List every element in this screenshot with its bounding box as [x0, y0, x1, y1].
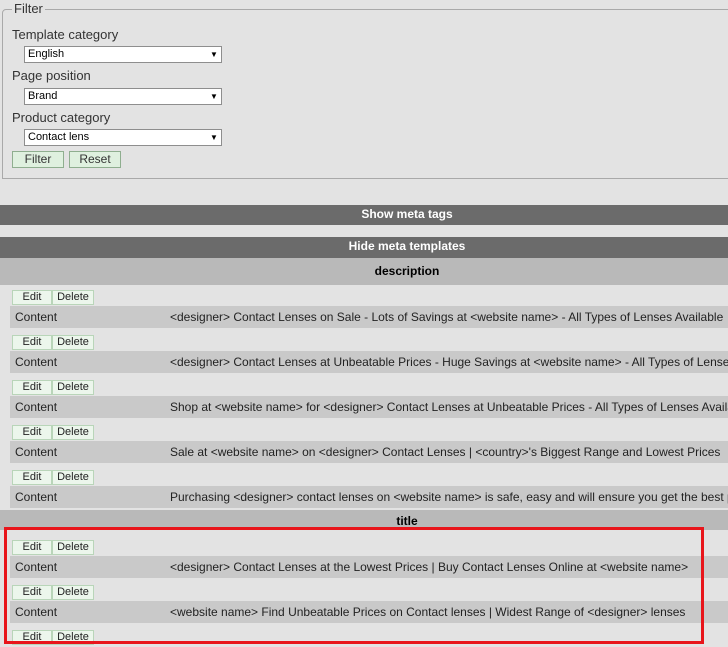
content-value: <website name> Find Unbeatable Prices on… [170, 605, 686, 619]
description-section-header: description [0, 258, 728, 285]
filter-button[interactable]: Filter [12, 151, 64, 168]
edit-button[interactable]: Edit [12, 585, 52, 600]
reset-button[interactable]: Reset [69, 151, 121, 168]
page-position-label: Page position [12, 68, 91, 83]
template-category-select[interactable]: English ▼ [24, 46, 222, 63]
delete-button[interactable]: Delete [52, 630, 94, 645]
table-row: Content <designer> Contact Lenses on Sal… [10, 306, 728, 328]
content-label: Content [15, 310, 58, 324]
content-label: Content [15, 400, 58, 414]
product-category-value: Contact lens [28, 131, 90, 143]
filter-legend: Filter [12, 1, 45, 16]
template-category-value: English [28, 48, 65, 60]
edit-button[interactable]: Edit [12, 540, 52, 555]
edit-button[interactable]: Edit [12, 380, 52, 395]
delete-button[interactable]: Delete [52, 540, 94, 555]
table-row: Content Purchasing <designer> contact le… [10, 486, 728, 508]
delete-button[interactable]: Delete [52, 380, 94, 395]
table-row: Content <website name> Find Unbeatable P… [10, 601, 728, 623]
table-row: Content <designer> Contact Lenses at the… [10, 556, 728, 578]
dropdown-arrow-icon: ▼ [210, 92, 218, 101]
content-value: Shop at <website name> for <designer> Co… [170, 400, 728, 414]
content-label: Content [15, 445, 58, 459]
table-row: Content Sale at <website name> on <desig… [10, 441, 728, 463]
edit-button[interactable]: Edit [12, 335, 52, 350]
highlight-box [4, 527, 704, 644]
content-label: Content [15, 560, 58, 574]
content-value: Purchasing <designer> contact lenses on … [170, 490, 728, 504]
delete-button[interactable]: Delete [52, 425, 94, 440]
hide-meta-templates-bar[interactable]: Hide meta templates [0, 237, 728, 258]
content-label: Content [15, 490, 58, 504]
dropdown-arrow-icon: ▼ [210, 133, 218, 142]
table-row: Content <designer> Contact Lenses at Unb… [10, 351, 728, 373]
content-value: <designer> Contact Lenses at the Lowest … [170, 560, 689, 574]
content-value: <designer> Contact Lenses at Unbeatable … [170, 355, 728, 369]
delete-button[interactable]: Delete [52, 335, 94, 350]
edit-button[interactable]: Edit [12, 290, 52, 305]
content-value: Sale at <website name> on <designer> Con… [170, 445, 721, 459]
page-position-select[interactable]: Brand ▼ [24, 88, 222, 105]
edit-button[interactable]: Edit [12, 470, 52, 485]
edit-button[interactable]: Edit [12, 425, 52, 440]
show-meta-tags-bar[interactable]: Show meta tags [0, 205, 728, 225]
delete-button[interactable]: Delete [52, 290, 94, 305]
dropdown-arrow-icon: ▼ [210, 50, 218, 59]
template-category-label: Template category [12, 27, 119, 42]
delete-button[interactable]: Delete [52, 585, 94, 600]
page-position-value: Brand [28, 90, 58, 102]
product-category-label: Product category [12, 110, 111, 125]
content-value: <designer> Contact Lenses on Sale - Lots… [170, 310, 724, 324]
content-label: Content [15, 605, 58, 619]
table-row: Content Shop at <website name> for <desi… [10, 396, 728, 418]
product-category-select[interactable]: Contact lens ▼ [24, 129, 222, 146]
title-section-header: title [0, 510, 728, 530]
edit-button[interactable]: Edit [12, 630, 52, 645]
delete-button[interactable]: Delete [52, 470, 94, 485]
content-label: Content [15, 355, 58, 369]
